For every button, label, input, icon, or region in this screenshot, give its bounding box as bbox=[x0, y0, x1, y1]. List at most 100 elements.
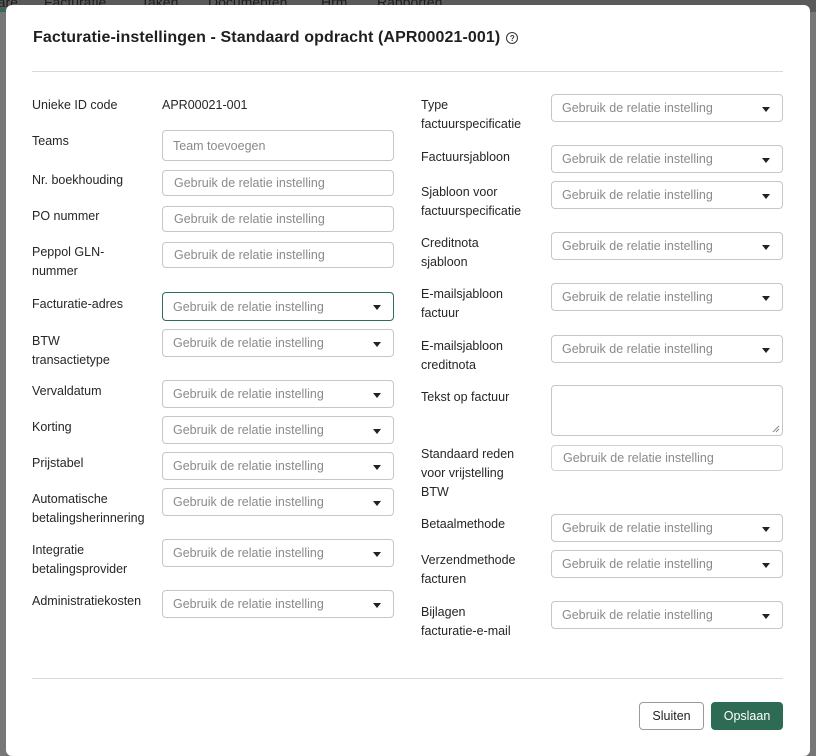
vat-type-select[interactable]: Gebruik de relatie instelling bbox=[162, 329, 394, 357]
background-right-edge bbox=[810, 12, 816, 756]
vat-type-label-line1: BTW bbox=[32, 334, 60, 348]
spec-type-label-line2: factuurspecificatie bbox=[421, 117, 522, 131]
spec-template-label-line2: factuurspecificatie bbox=[421, 204, 522, 218]
invoice-address-select[interactable]: Gebruik de relatie instelling bbox=[162, 292, 394, 321]
unique-id-value: APR00021-001 bbox=[162, 98, 248, 112]
vat-exemption-input[interactable]: Gebruik de relatie instelling bbox=[551, 445, 783, 471]
admin-costs-label: Administratiekosten bbox=[32, 594, 142, 608]
admin-costs-value: Gebruik de relatie instelling bbox=[173, 597, 324, 611]
email-credit-label-line2: creditnota bbox=[421, 358, 476, 372]
spec-type-label-line1: Type bbox=[421, 98, 449, 112]
chevron-down-icon bbox=[373, 305, 381, 310]
auto-reminder-select[interactable]: Gebruik de relatie instelling bbox=[162, 488, 394, 516]
chevron-down-icon bbox=[762, 348, 770, 353]
po-number-input[interactable]: Gebruik de relatie instelling bbox=[162, 206, 394, 232]
payment-provider-label-line2: betalingsprovider bbox=[32, 562, 128, 576]
due-date-select[interactable]: Gebruik de relatie instelling bbox=[162, 380, 394, 408]
resize-grip-icon[interactable] bbox=[772, 425, 780, 433]
close-button[interactable]: Sluiten bbox=[639, 702, 704, 730]
chevron-down-icon bbox=[762, 107, 770, 112]
teams-placeholder: Team toevoegen bbox=[173, 138, 266, 153]
attachments-value: Gebruik de relatie instelling bbox=[562, 608, 713, 622]
payment-provider-label-line1: Integratie bbox=[32, 543, 85, 557]
vat-type-value: Gebruik de relatie instelling bbox=[173, 336, 324, 350]
credit-template-label-line1: Creditnota bbox=[421, 236, 479, 250]
unique-id-label: Unieke ID code bbox=[32, 98, 118, 112]
discount-label: Korting bbox=[32, 420, 72, 434]
chevron-down-icon bbox=[373, 342, 381, 347]
invoice-template-value: Gebruik de relatie instelling bbox=[562, 152, 713, 166]
credit-template-value: Gebruik de relatie instelling bbox=[562, 239, 713, 253]
price-table-value: Gebruik de relatie instelling bbox=[173, 459, 324, 473]
chevron-down-icon bbox=[762, 563, 770, 568]
discount-select[interactable]: Gebruik de relatie instelling bbox=[162, 416, 394, 444]
invoice-template-select[interactable]: Gebruik de relatie instelling bbox=[551, 145, 783, 173]
payment-provider-select[interactable]: Gebruik de relatie instelling bbox=[162, 539, 394, 567]
email-invoice-value: Gebruik de relatie instelling bbox=[562, 290, 713, 304]
invoice-address-value: Gebruik de relatie instelling bbox=[173, 299, 324, 314]
invoice-text-textarea[interactable] bbox=[551, 385, 783, 436]
spec-template-label-line1: Sjabloon voor bbox=[421, 185, 498, 199]
save-button[interactable]: Opslaan bbox=[711, 702, 783, 730]
credit-template-select[interactable]: Gebruik de relatie instelling bbox=[551, 232, 783, 260]
peppol-label-line1: Peppol GLN- bbox=[32, 245, 105, 259]
vat-exemption-label-line3: BTW bbox=[421, 485, 449, 499]
chevron-down-icon bbox=[373, 465, 381, 470]
modal-title: Facturatie-instellingen - Standaard opdr… bbox=[33, 29, 501, 46]
email-credit-value: Gebruik de relatie instelling bbox=[562, 342, 713, 356]
email-invoice-select[interactable]: Gebruik de relatie instelling bbox=[551, 283, 783, 311]
help-circle-icon[interactable]: ? bbox=[506, 32, 519, 44]
chevron-down-icon bbox=[373, 393, 381, 398]
accounting-nr-label: Nr. boekhouding bbox=[32, 173, 124, 187]
chevron-down-icon bbox=[373, 501, 381, 506]
email-credit-label-line1: E-mailsjabloon bbox=[421, 339, 503, 353]
send-method-select[interactable]: Gebruik de relatie instelling bbox=[551, 550, 783, 578]
invoice-template-label: Factuursjabloon bbox=[421, 150, 510, 164]
peppol-input[interactable]: Gebruik de relatie instelling bbox=[162, 242, 394, 268]
payment-provider-value: Gebruik de relatie instelling bbox=[173, 546, 324, 560]
spec-template-select[interactable]: Gebruik de relatie instelling bbox=[551, 181, 783, 209]
modal-header: Facturatie-instellingen - Standaard opdr… bbox=[33, 29, 519, 47]
email-credit-select[interactable]: Gebruik de relatie instelling bbox=[551, 335, 783, 363]
payment-method-select[interactable]: Gebruik de relatie instelling bbox=[551, 514, 783, 542]
payment-method-value: Gebruik de relatie instelling bbox=[562, 521, 713, 535]
chevron-down-icon bbox=[762, 158, 770, 163]
chevron-down-icon bbox=[373, 552, 381, 557]
price-table-label: Prijstabel bbox=[32, 456, 84, 470]
due-date-value: Gebruik de relatie instelling bbox=[173, 387, 324, 401]
teams-input[interactable]: Team toevoegen bbox=[162, 130, 394, 161]
chevron-down-icon bbox=[762, 194, 770, 199]
discount-value: Gebruik de relatie instelling bbox=[173, 423, 324, 437]
footer-divider bbox=[32, 678, 783, 679]
email-invoice-label-line2: factuur bbox=[421, 306, 460, 320]
chevron-down-icon bbox=[762, 296, 770, 301]
invoice-address-label: Facturatie-adres bbox=[32, 297, 124, 311]
invoice-settings-modal: Facturatie-instellingen - Standaard opdr… bbox=[6, 5, 810, 756]
auto-reminder-label-line2: betalingsherinnering bbox=[32, 511, 145, 525]
spec-type-value: Gebruik de relatie instelling bbox=[562, 101, 713, 115]
attachments-select[interactable]: Gebruik de relatie instelling bbox=[551, 601, 783, 629]
send-method-label-line2: facturen bbox=[421, 572, 467, 586]
vat-exemption-placeholder: Gebruik de relatie instelling bbox=[563, 451, 714, 465]
chevron-down-icon bbox=[762, 614, 770, 619]
attachments-label-line1: Bijlagen bbox=[421, 605, 466, 619]
spec-type-select[interactable]: Gebruik de relatie instelling bbox=[551, 94, 783, 122]
invoice-text-label: Tekst op factuur bbox=[421, 390, 510, 404]
send-method-label-line1: Verzendmethode bbox=[421, 553, 516, 567]
due-date-label: Vervaldatum bbox=[32, 384, 102, 398]
auto-reminder-value: Gebruik de relatie instelling bbox=[173, 495, 324, 509]
chevron-down-icon bbox=[373, 603, 381, 608]
chevron-down-icon bbox=[762, 245, 770, 250]
accounting-nr-input[interactable]: Gebruik de relatie instelling bbox=[162, 170, 394, 196]
teams-label: Teams bbox=[32, 134, 69, 148]
payment-method-label: Betaalmethode bbox=[421, 517, 506, 531]
credit-template-label-line2: sjabloon bbox=[421, 255, 468, 269]
accounting-nr-placeholder: Gebruik de relatie instelling bbox=[174, 176, 325, 190]
vat-type-label-line2: transactietype bbox=[32, 353, 110, 367]
po-number-placeholder: Gebruik de relatie instelling bbox=[174, 212, 325, 226]
price-table-select[interactable]: Gebruik de relatie instelling bbox=[162, 452, 394, 480]
email-invoice-label-line1: E-mailsjabloon bbox=[421, 287, 503, 301]
spec-template-value: Gebruik de relatie instelling bbox=[562, 188, 713, 202]
vat-exemption-label-line1: Standaard reden bbox=[421, 447, 515, 461]
admin-costs-select[interactable]: Gebruik de relatie instelling bbox=[162, 590, 394, 618]
